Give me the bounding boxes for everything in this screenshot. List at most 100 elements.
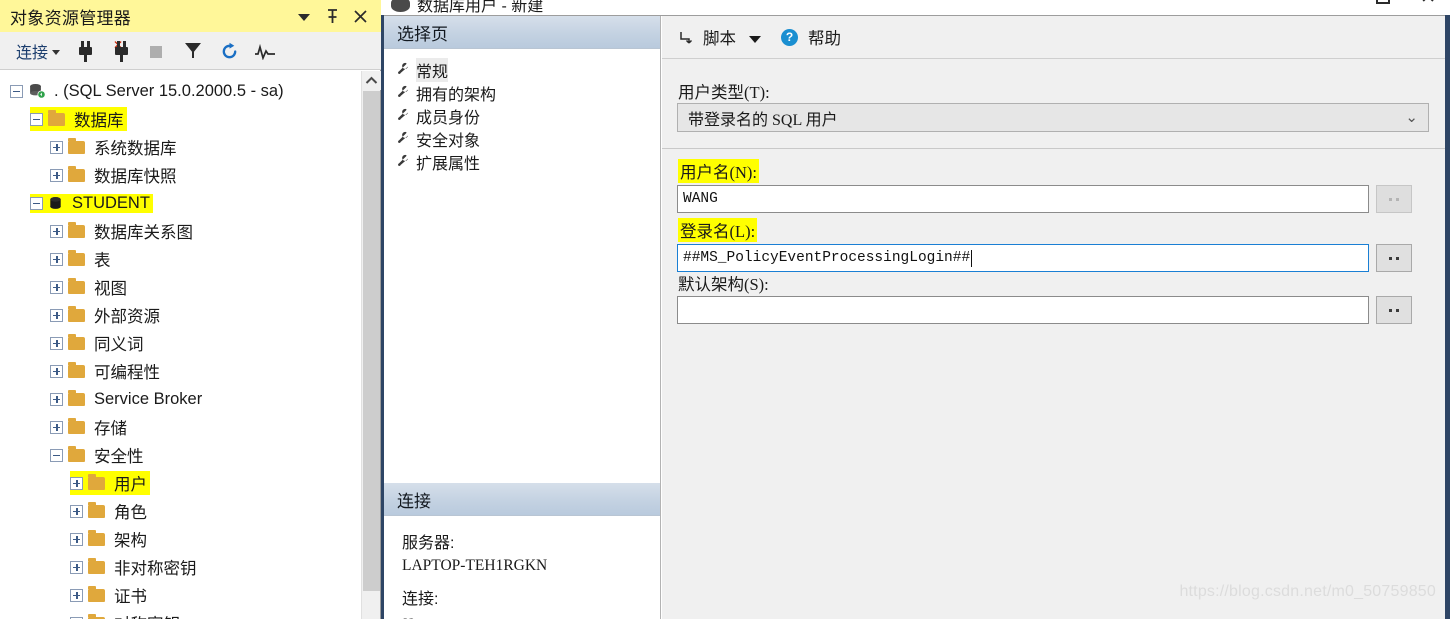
page-item-label: 扩展属性 [416,155,481,173]
user-type-label: 用户类型(T): [678,83,770,102]
stop-icon[interactable] [146,39,168,63]
scroll-up-icon[interactable] [362,71,381,90]
tree-item[interactable]: 架构 [0,525,362,553]
tree-item[interactable]: STUDENT [0,189,362,217]
user-type-select[interactable]: 带登录名的 SQL 用户 ⌄ [677,103,1429,132]
connect-button[interactable]: 连接 [16,39,61,63]
tree-item[interactable]: 系统数据库 [0,133,362,161]
collapse-icon[interactable] [30,196,43,210]
object-explorer-title: 对象资源管理器 [10,8,132,28]
maximize-icon[interactable] [1376,0,1391,4]
expand-icon[interactable] [70,588,83,602]
help-icon[interactable]: ? [781,28,798,46]
tree-item[interactable]: 同义词 [0,329,362,357]
expand-icon[interactable] [50,336,63,350]
tree-item[interactable]: 证书 [0,581,362,609]
page-item-1[interactable]: 常规 [396,57,660,82]
chevron-down-icon [52,50,61,55]
tree-item[interactable]: 可编程性 [0,357,362,385]
activity-monitor-icon[interactable] [254,39,276,63]
default-schema-input[interactable] [677,296,1369,324]
tree-item-label: 视图 [94,280,127,298]
expand-icon[interactable] [50,140,63,154]
tree-item-label: 架构 [114,532,147,550]
tree-item-label: 对称密钥 [111,611,183,619]
tree-item[interactable]: 非对称密钥 [0,553,362,581]
tree-item-content: 证书 [70,583,150,607]
user-name-browse-button[interactable] [1376,185,1412,213]
wrench-icon [396,108,412,124]
tree-item[interactable]: 数据库 [0,105,362,133]
tree-item[interactable]: 存储 [0,413,362,441]
tree-item-content: 外部资源 [50,303,163,327]
page-item-4[interactable]: 安全对象 [396,127,660,150]
script-dropdown-icon[interactable] [749,36,761,43]
dialog-title: 数据库用户 - 新建 [417,0,544,15]
folder-icon [68,333,85,350]
page-item-label: 常规 [416,57,449,82]
expand-icon[interactable] [50,168,63,182]
tree-item-label: 表 [94,252,111,270]
expand-icon[interactable] [50,392,63,406]
object-explorer-scrollbar[interactable] [361,71,381,619]
expand-icon[interactable] [50,224,63,238]
user-name-input[interactable]: WANG [677,185,1369,213]
tree-item[interactable]: 用户 [0,469,362,497]
tree-item[interactable]: 数据库关系图 [0,217,362,245]
tree-item-label: 可编程性 [94,364,160,382]
default-schema-label: 默认架构(S): [678,275,769,294]
page-item-5[interactable]: 扩展属性 [396,150,660,173]
expand-icon[interactable] [70,476,83,490]
scrollbar-thumb[interactable] [363,91,380,591]
connection-section: 连接 服务器: LAPTOP-TEH1RGKN 连接: sa 查看连接属性 [384,483,660,619]
tree-item-content: 非对称密钥 [70,555,200,579]
tree-item[interactable]: . (SQL Server 15.0.2000.5 - sa) [0,77,362,105]
tree-item[interactable]: 安全性 [0,441,362,469]
tree-item[interactable]: 角色 [0,497,362,525]
tree-item-label: Service Broker [94,389,203,408]
login-name-browse-button[interactable] [1376,244,1412,272]
tree-item[interactable]: 视图 [0,273,362,301]
page-item-3[interactable]: 成员身份 [396,104,660,127]
login-name-value: ##MS_PolicyEventProcessingLogin## [683,250,971,266]
expand-icon[interactable] [50,280,63,294]
expand-icon[interactable] [50,420,63,434]
object-explorer-tree[interactable]: . (SQL Server 15.0.2000.5 - sa) 数据库 系统数据库数… [0,71,362,619]
expand-icon[interactable] [50,252,63,266]
tree-item[interactable]: 表 [0,245,362,273]
object-explorer-toolbar: 连接 ✕ [0,32,381,70]
help-button-label[interactable]: 帮助 [808,25,841,49]
tree-item[interactable]: Service Broker [0,385,362,413]
default-schema-browse-button[interactable] [1376,296,1412,324]
close-icon[interactable] [352,8,369,25]
refresh-icon[interactable] [218,39,240,63]
window-dropdown-icon[interactable] [296,8,313,25]
folder-icon [68,221,85,238]
expand-icon[interactable] [70,560,83,574]
dot-icon [1396,256,1399,260]
collapse-icon[interactable] [50,448,63,462]
disconnect-plug-icon[interactable]: ✕ [110,39,132,63]
collapse-icon[interactable] [10,84,23,98]
folder-icon [68,389,85,406]
expand-icon[interactable] [50,364,63,378]
connect-plug-icon[interactable] [74,39,96,63]
server-value: LAPTOP-TEH1RGKN [402,557,548,575]
expand-icon[interactable] [70,504,83,518]
collapse-icon[interactable] [30,112,43,126]
script-button-label[interactable]: 脚本 [703,25,736,49]
filter-icon[interactable] [182,39,204,63]
expand-icon[interactable] [70,532,83,546]
expand-icon[interactable] [50,308,63,322]
page-item-2[interactable]: 拥有的架构 [396,81,660,104]
tree-item[interactable]: 数据库快照 [0,161,362,189]
login-name-input[interactable]: ##MS_PolicyEventProcessingLogin## [677,244,1369,272]
dot-icon [1389,256,1392,260]
tree-item[interactable]: 外部资源 [0,301,362,329]
chevron-down-icon: ⌄ [1405,110,1418,126]
folder-icon [68,165,85,182]
select-page-list[interactable]: 常规 拥有的架构 成员身份 安全对象扩展属性 [384,49,660,173]
tree-item[interactable]: 对称密钥 [0,609,362,619]
pin-icon[interactable] [324,8,341,25]
dialog-close-icon[interactable]: ✕ [1420,0,1436,7]
